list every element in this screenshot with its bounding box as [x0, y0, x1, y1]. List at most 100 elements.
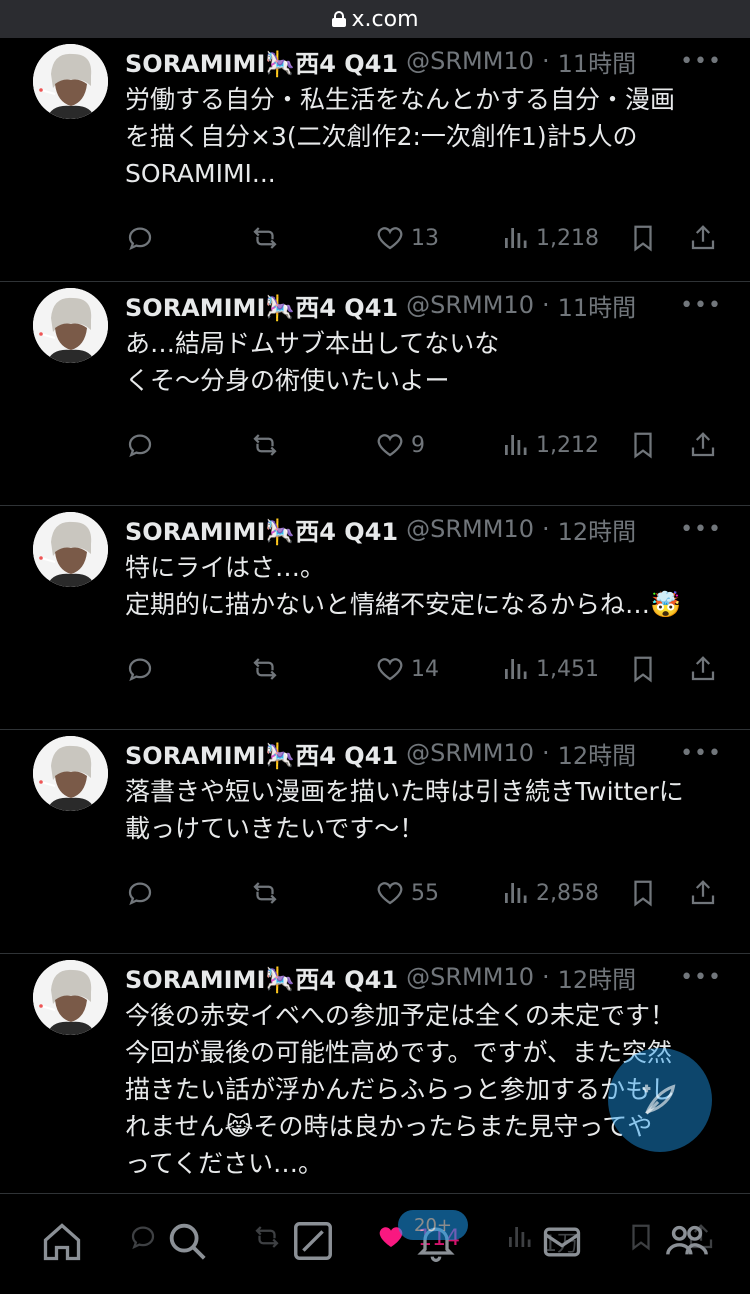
heart-icon — [377, 227, 403, 250]
communities-icon[interactable] — [664, 1218, 710, 1264]
more-options-icon[interactable]: ••• — [680, 965, 722, 990]
more-options-icon[interactable]: ••• — [680, 49, 722, 74]
compose-button[interactable] — [608, 1048, 712, 1152]
tweet-time[interactable]: 12時間 — [558, 736, 637, 771]
separator-dot: · — [541, 47, 550, 75]
share-icon — [691, 432, 715, 457]
like-button[interactable]: 14 — [375, 654, 500, 684]
share-icon — [691, 656, 715, 681]
avatar[interactable] — [33, 512, 108, 587]
author-handle[interactable]: @SRMM10 — [406, 47, 534, 75]
tweet-actions: 13 1,218 — [125, 218, 722, 258]
author-handle[interactable]: @SRMM10 — [406, 291, 534, 319]
bookmark-button[interactable] — [628, 430, 688, 460]
retweet-button[interactable] — [250, 878, 375, 908]
avatar[interactable] — [33, 960, 108, 1035]
views-button[interactable]: 1,218 — [500, 223, 628, 253]
retweet-button[interactable] — [250, 654, 375, 684]
tweet-actions: 55 2,858 — [125, 873, 722, 913]
tweet[interactable]: SORAMIMI🎠西4 Q41 @SRMM10 · 12時間 ••• 落書きや短… — [0, 730, 750, 954]
analytics-icon — [505, 883, 527, 903]
tweet-text: あ…結局ドムサブ本出してないな くそ〜分身の術使いたいよー — [125, 329, 500, 395]
author-name[interactable]: SORAMIMI🎠西4 Q41 — [125, 288, 398, 323]
view-count: 1,451 — [536, 656, 599, 682]
avatar[interactable] — [33, 736, 108, 811]
tweet-time[interactable]: 12時間 — [558, 512, 637, 547]
views-button[interactable]: 2,858 — [500, 878, 628, 908]
reply-icon — [128, 434, 152, 458]
more-options-icon[interactable]: ••• — [680, 293, 722, 318]
like-button[interactable]: 13 — [375, 223, 500, 253]
author-name[interactable]: SORAMIMI🎠西4 Q41 — [125, 44, 398, 79]
bookmark-icon — [634, 880, 652, 907]
view-count: 1,212 — [536, 432, 599, 458]
retweet-button[interactable] — [250, 430, 375, 460]
retweet-button[interactable] — [250, 223, 375, 253]
bookmark-button[interactable] — [628, 654, 688, 684]
like-button[interactable]: 55 — [375, 878, 500, 908]
heart-icon — [377, 882, 403, 905]
separator-dot: · — [541, 963, 550, 991]
share-button[interactable] — [688, 430, 718, 460]
search-icon[interactable] — [164, 1218, 210, 1264]
retweet-icon — [253, 227, 277, 249]
share-icon — [691, 880, 715, 905]
lock-icon — [331, 11, 346, 27]
separator-dot: · — [541, 515, 550, 543]
url-text: x.com — [351, 6, 419, 32]
separator-dot: · — [541, 739, 550, 767]
tweet-actions: 9 1,212 — [125, 425, 722, 465]
retweet-icon — [253, 658, 277, 680]
views-button[interactable]: 1,212 — [500, 430, 628, 460]
analytics-icon[interactable] — [504, 1222, 534, 1252]
browser-url-bar[interactable]: x.com — [0, 0, 750, 38]
tweet-time[interactable]: 12時間 — [558, 960, 637, 995]
heart-icon — [377, 434, 403, 457]
tweet-time[interactable]: 11時間 — [558, 288, 637, 323]
tweet-text: 特にライはさ…。 定期的に描かないと情緒不安定になるからね…🤯 — [125, 553, 682, 619]
author-name[interactable]: SORAMIMI🎠西4 Q41 — [125, 736, 398, 771]
reply-button[interactable] — [125, 223, 250, 253]
views-button[interactable]: 1,451 — [500, 654, 628, 684]
share-button[interactable] — [688, 223, 718, 253]
author-handle[interactable]: @SRMM10 — [406, 739, 534, 767]
share-icon — [691, 225, 715, 250]
like-count: 14 — [411, 656, 439, 682]
like-count: 55 — [411, 880, 439, 906]
bookmark-button[interactable] — [628, 878, 688, 908]
avatar[interactable] — [33, 288, 108, 363]
bookmark-icon — [634, 432, 652, 459]
author-handle[interactable]: @SRMM10 — [406, 963, 534, 991]
author-handle[interactable]: @SRMM10 — [406, 515, 534, 543]
author-name[interactable]: SORAMIMI🎠西4 Q41 — [125, 512, 398, 547]
bottom-navigation: 114 1万 — [0, 1193, 750, 1294]
reply-button[interactable] — [125, 878, 250, 908]
analytics-icon — [505, 228, 527, 248]
like-button[interactable]: 9 — [375, 430, 500, 460]
retweet-icon[interactable] — [252, 1222, 282, 1252]
reply-icon — [128, 658, 152, 682]
share-button[interactable] — [688, 654, 718, 684]
more-options-icon[interactable]: ••• — [680, 741, 722, 766]
separator-dot: · — [541, 291, 550, 319]
reply-button[interactable] — [125, 654, 250, 684]
author-name[interactable]: SORAMIMI🎠西4 Q41 — [125, 960, 398, 995]
tweet-actions: 14 1,451 — [125, 649, 722, 689]
tweet[interactable]: SORAMIMI🎠西4 Q41 @SRMM10 · 12時間 ••• 特にライは… — [0, 506, 750, 730]
reply-icon[interactable] — [128, 1222, 158, 1252]
tweet-time[interactable]: 11時間 — [558, 44, 637, 79]
reply-icon — [128, 227, 152, 251]
bookmark-icon[interactable] — [626, 1222, 656, 1252]
reply-button[interactable] — [125, 430, 250, 460]
share-button[interactable] — [688, 878, 718, 908]
compose-feather-icon — [642, 1084, 676, 1115]
tweet[interactable]: SORAMIMI🎠西4 Q41 @SRMM10 · 11時間 ••• 労働する自… — [0, 38, 750, 282]
home-icon[interactable] — [40, 1220, 84, 1264]
notifications-badge[interactable]: 20+ — [398, 1210, 468, 1240]
bookmark-button[interactable] — [628, 223, 688, 253]
avatar[interactable] — [33, 44, 108, 119]
more-options-icon[interactable]: ••• — [680, 517, 722, 542]
grok-icon[interactable] — [290, 1218, 336, 1264]
messages-envelope-icon[interactable] — [540, 1220, 584, 1264]
tweet[interactable]: SORAMIMI🎠西4 Q41 @SRMM10 · 11時間 ••• あ…結局ド… — [0, 282, 750, 506]
